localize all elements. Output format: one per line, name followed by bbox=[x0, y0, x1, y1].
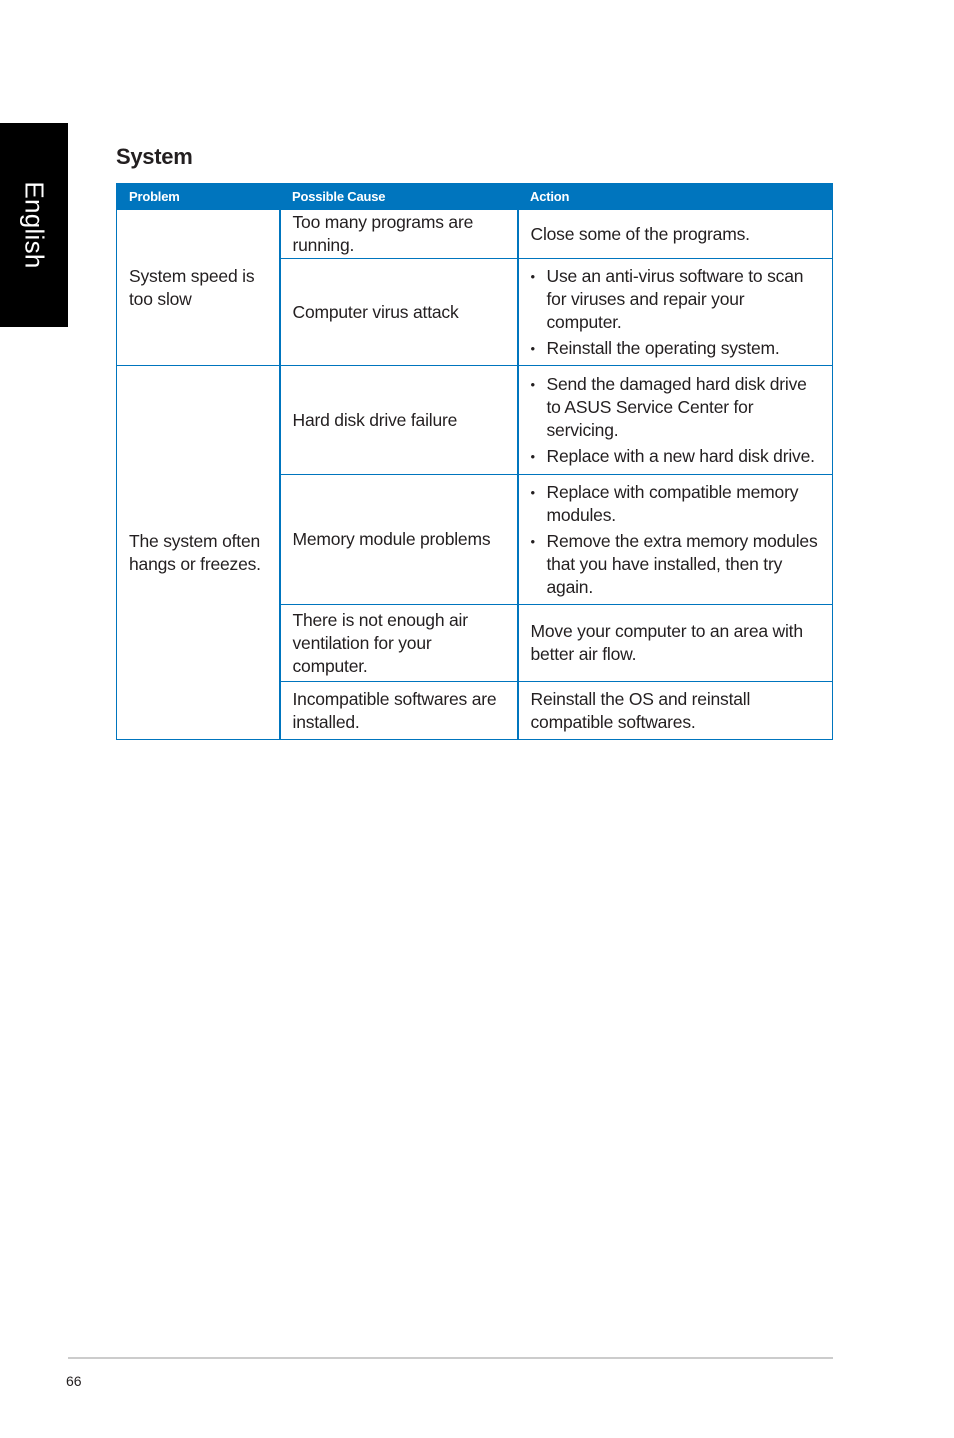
header-action: Action bbox=[517, 183, 833, 210]
action-list: Replace with compatible memory modules. … bbox=[531, 481, 821, 599]
action-item: Replace with a new hard disk drive. bbox=[531, 445, 821, 468]
action-cell: Move your computer to an area with bette… bbox=[517, 604, 833, 682]
action-item: Reinstall the operating system. bbox=[531, 337, 821, 360]
action-item: Replace with compatible memory modules. bbox=[531, 481, 821, 527]
table-header-row: Problem Possible Cause Action bbox=[116, 183, 833, 210]
action-item: Send the damaged hard disk drive to ASUS… bbox=[531, 373, 821, 442]
action-cell: Replace with compatible memory modules. … bbox=[517, 474, 833, 605]
cause-cell: Incompatible softwares are installed. bbox=[278, 681, 519, 740]
table-row: System speed is too slow Too many progra… bbox=[116, 209, 833, 366]
language-tab: English bbox=[0, 123, 68, 327]
problem-cell: The system often hangs or freezes. bbox=[116, 365, 280, 740]
action-cell: Close some of the programs. bbox=[517, 209, 833, 259]
action-item: Use an anti-virus software to scan for v… bbox=[531, 265, 821, 334]
action-cell: Use an anti-virus software to scan for v… bbox=[517, 258, 833, 366]
header-possible-cause: Possible Cause bbox=[279, 183, 518, 210]
cause-cell: There is not enough air ventilation for … bbox=[278, 604, 519, 682]
language-tab-label: English bbox=[19, 181, 50, 269]
action-cell: Reinstall the OS and reinstall compatibl… bbox=[517, 681, 833, 740]
action-list: Send the damaged hard disk drive to ASUS… bbox=[531, 373, 821, 468]
action-list: Use an anti-virus software to scan for v… bbox=[531, 265, 821, 360]
table-row: The system often hangs or freezes. Hard … bbox=[116, 365, 833, 740]
page-number: 66 bbox=[66, 1373, 82, 1389]
action-item: Remove the extra memory modules that you… bbox=[531, 530, 821, 599]
cause-cell: Too many programs are running. bbox=[278, 209, 519, 259]
action-cell: Send the damaged hard disk drive to ASUS… bbox=[517, 365, 833, 475]
section-title: System bbox=[116, 144, 193, 169]
problem-cell: System speed is too slow bbox=[116, 209, 280, 366]
header-problem: Problem bbox=[116, 183, 280, 210]
cause-cell: Hard disk drive failure bbox=[278, 365, 519, 475]
troubleshooting-table: Problem Possible Cause Action System spe… bbox=[116, 183, 833, 740]
cause-cell: Memory module problems bbox=[278, 474, 519, 605]
cause-cell: Computer virus attack bbox=[278, 258, 519, 366]
footer-divider bbox=[68, 1357, 833, 1359]
